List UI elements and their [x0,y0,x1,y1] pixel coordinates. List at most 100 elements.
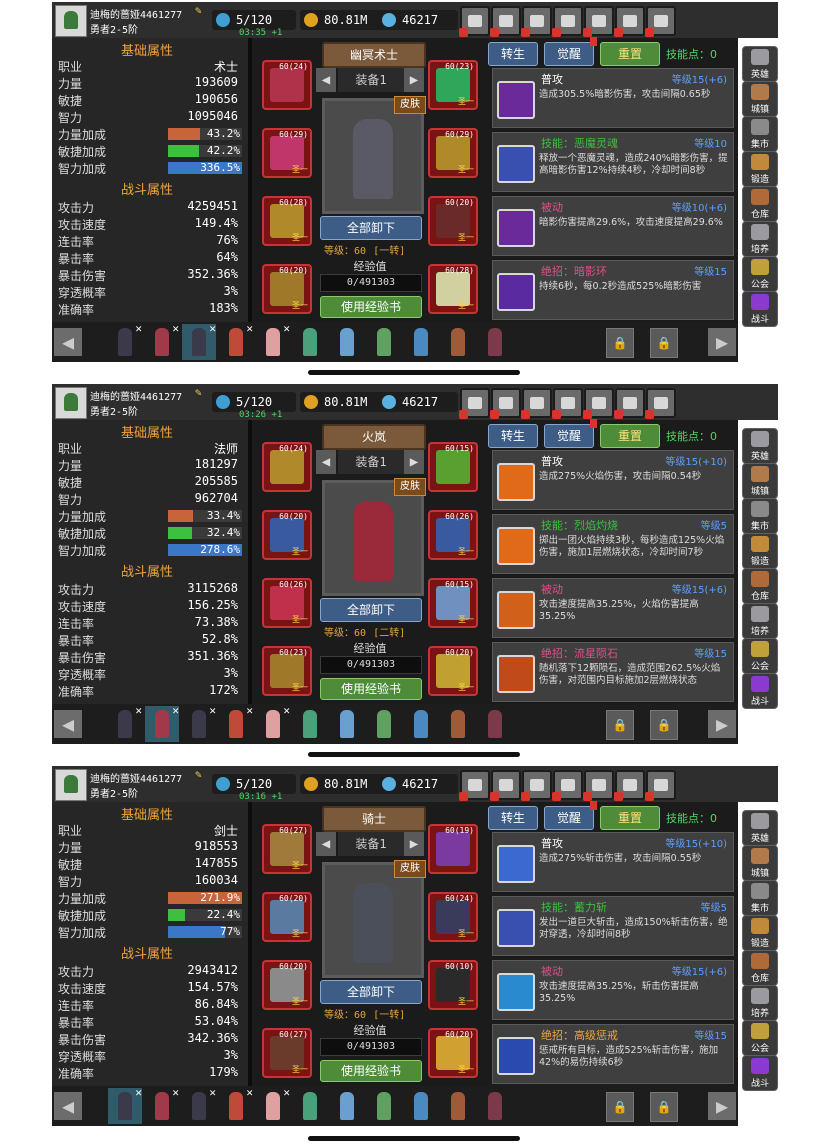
roster-hero[interactable] [330,706,364,742]
mail-button[interactable] [490,388,521,419]
skill-card[interactable]: 绝招：暗影环 等级15 持续6秒，每0.2秒造成525%暗影伤害 [492,260,734,320]
awaken-button[interactable]: 觉醒 [544,419,597,448]
roster-hero[interactable] [478,706,512,742]
wheel-button[interactable] [614,388,645,419]
sidebar-button-helmet[interactable]: 英雄 [742,46,778,82]
roster-hero[interactable] [367,324,401,360]
roster-prev-arrow[interactable]: ◀ [54,1092,82,1120]
sidebar-button-market[interactable]: 集市 [742,116,778,152]
wheel-button[interactable] [614,6,645,37]
prev-equip-arrow[interactable]: ◀ [316,450,336,474]
roster-hero[interactable] [293,706,327,742]
player-avatar[interactable] [55,769,87,801]
roster-hero[interactable]: ✕ [182,704,216,742]
rebirth-button[interactable]: 转生 [488,42,538,66]
gamepad-button[interactable] [521,6,552,37]
edit-icon[interactable]: ✎ [195,4,202,17]
roster-hero[interactable] [293,324,327,360]
sidebar-button-town[interactable]: 城镇 [742,463,778,499]
sidebar-button-training[interactable]: 培养 [742,221,778,257]
gear-button[interactable] [552,770,583,801]
roster-hero[interactable]: ✕ [182,322,216,360]
roster-hero[interactable] [330,324,364,360]
roster-hero[interactable] [478,324,512,360]
equipment-slot[interactable]: 60(29) 圣一 [262,128,312,178]
equipment-slot[interactable]: 60(24) [262,442,312,492]
equipment-slot[interactable]: 60(26) 圣一 [262,578,312,628]
lock-slot[interactable]: 🔒 [650,1092,678,1122]
gift-button[interactable] [583,388,614,419]
reset-button[interactable]: 重置 [600,42,660,66]
skill-card[interactable]: 普攻 等级15(+10) 造成275%火焰伤害，攻击间隔0.54秒 [492,450,734,510]
next-equip-arrow[interactable]: ▶ [404,832,424,856]
sidebar-button-helmet[interactable]: 英雄 [742,428,778,464]
skill-card[interactable]: 被动 等级15(+6) 攻击速度提高35.25%，斩击伤害提高35.25% [492,960,734,1020]
roster-hero[interactable]: ✕ [219,704,253,742]
equipment-slot[interactable]: 60(15) 圣一 [428,578,478,628]
prev-equip-arrow[interactable]: ◀ [316,68,336,92]
sidebar-button-portal[interactable]: 战斗 [742,673,778,709]
sidebar-button-warehouse[interactable]: 仓库 [742,950,778,986]
edit-icon[interactable]: ✎ [195,768,202,781]
gift-button[interactable] [583,770,614,801]
roster-hero[interactable]: ✕ [182,1086,216,1124]
gamepad-button[interactable] [521,388,552,419]
gift-button[interactable] [583,6,614,37]
edit-icon[interactable]: ✎ [195,386,202,399]
equipment-slot[interactable]: 60(20) 圣一 [262,960,312,1010]
sidebar-button-portal[interactable]: 战斗 [742,1055,778,1091]
sidebar-button-town[interactable]: 城镇 [742,81,778,117]
roster-hero[interactable] [293,1088,327,1124]
equipment-slot[interactable]: 60(20) 圣一 [262,510,312,560]
skill-card[interactable]: 普攻 等级15(+6) 造成305.5%暗影伤害，攻击间隔0.65秒 [492,68,734,128]
equipment-slot[interactable]: 60(10) 圣一 [428,960,478,1010]
sidebar-button-warehouse[interactable]: 仓库 [742,186,778,222]
roster-hero[interactable] [441,706,475,742]
lock-slot[interactable]: 🔒 [606,1092,634,1122]
next-equip-arrow[interactable]: ▶ [404,450,424,474]
unequip-all-button[interactable]: 全部卸下 [320,980,422,1004]
sidebar-button-market[interactable]: 集市 [742,880,778,916]
equipment-slot[interactable]: 60(20) 圣一 [262,892,312,942]
wheel-button[interactable] [614,770,645,801]
awaken-button[interactable]: 觉醒 [544,801,597,830]
sidebar-button-anvil[interactable]: 锻造 [742,533,778,569]
roster-hero[interactable] [478,1088,512,1124]
equipment-slot[interactable]: 60(23) 圣一 [428,60,478,110]
roster-hero[interactable]: ✕ [108,322,142,360]
equipment-slot[interactable]: 60(29) 圣一 [428,128,478,178]
lock-slot[interactable]: 🔒 [650,328,678,358]
roster-prev-arrow[interactable]: ◀ [54,328,82,356]
roster-next-arrow[interactable]: ▶ [708,328,736,356]
reset-button[interactable]: 重置 [600,806,660,830]
roster-hero[interactable]: ✕ [145,322,179,360]
skill-card[interactable]: 绝招：流星陨石 等级15 随机落下12颗陨石，造成范围262.5%火焰伤害，对范围内… [492,642,734,702]
sidebar-button-portal[interactable]: 战斗 [742,291,778,327]
sidebar-button-training[interactable]: 培养 [742,603,778,639]
equipment-slot[interactable]: 60(20) 圣一 [428,646,478,696]
equipment-slot[interactable]: 60(19) [428,824,478,874]
use-exp-book-button[interactable]: 使用经验书 [320,678,422,700]
roster-hero[interactable] [441,1088,475,1124]
roster-prev-arrow[interactable]: ◀ [54,710,82,738]
roster-hero[interactable]: ✕ [108,1086,142,1124]
equipment-slot[interactable]: 60(24) [262,60,312,110]
skill-card[interactable]: 被动 等级15(+6) 攻击速度提高35.25%，火焰伤害提高35.25% [492,578,734,638]
cart-button[interactable] [459,770,490,801]
rebirth-button[interactable]: 转生 [488,806,538,830]
equip-set-selector[interactable]: 装备1 [338,450,404,474]
equip-set-selector[interactable]: 装备1 [338,832,404,856]
equipment-slot[interactable]: 60(20) 圣一 [428,196,478,246]
mail-button[interactable] [490,770,521,801]
roster-hero[interactable]: ✕ [145,704,179,742]
cart-button[interactable] [459,6,490,37]
roster-hero[interactable] [404,1088,438,1124]
sidebar-button-town[interactable]: 城镇 [742,845,778,881]
skill-card[interactable]: 技能：烈焰灼烧 等级5 掷出一团火焰持续3秒，每秒造成125%火焰伤害，施加1层燃烧… [492,514,734,574]
skill-card[interactable]: 被动 等级10(+6) 暗影伤害提高29.6%，攻击速度提高29.6% [492,196,734,256]
roster-hero[interactable] [404,706,438,742]
unequip-all-button[interactable]: 全部卸下 [320,598,422,622]
roster-hero[interactable] [441,324,475,360]
sidebar-button-guild[interactable]: 公会 [742,638,778,674]
lock-slot[interactable]: 🔒 [650,710,678,740]
